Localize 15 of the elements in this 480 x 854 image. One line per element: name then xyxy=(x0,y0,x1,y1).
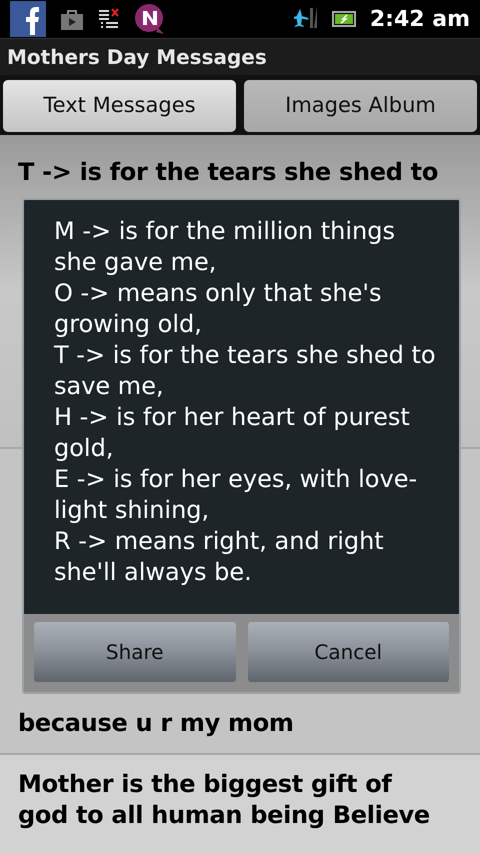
battery-icon xyxy=(332,11,356,27)
dialog-button[interactable]: Share xyxy=(34,622,236,682)
message-text[interactable]: Mother is the biggest gift of god to all human being Believe xyxy=(0,769,480,831)
n-logo-icon xyxy=(134,3,166,35)
facebook-icon xyxy=(10,1,46,37)
tab[interactable]: Text Messages xyxy=(3,80,236,132)
list-x-icon xyxy=(98,8,120,30)
dialog-message: M -> is for the million things she gave me, O -> means only that she's growing old, T -> is for the tears she shed to save me, H -> is for her heart of purest gold, E -> is for her eyes, with love- light shining, R -> means right, and right she'll always be. xyxy=(53,216,437,588)
shopping-bag-icon xyxy=(60,7,84,31)
dialog-button[interactable]: Cancel xyxy=(248,622,449,682)
clock-time: 2:42 am xyxy=(370,6,470,34)
tab[interactable]: Images Album xyxy=(244,80,477,132)
app-title: Mothers Day Messages xyxy=(7,44,267,71)
message-text[interactable]: T -> is for the tears she shed to xyxy=(0,157,480,188)
message-text[interactable]: because u r my mom xyxy=(0,708,480,739)
